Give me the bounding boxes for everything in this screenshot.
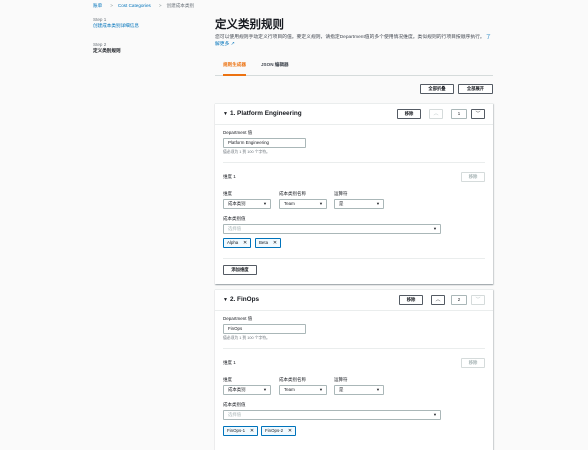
page-description: 您可以使用规则手动定义行项目的值。要定义规则，请指定Department值的多个…: [215, 35, 493, 48]
close-icon[interactable]: ✕: [243, 239, 247, 247]
key-select-value: Team: [284, 201, 295, 206]
nav-step-2[interactable]: Step 2 定义类别规则: [93, 42, 203, 54]
move-up-icon[interactable]: ︿: [431, 295, 445, 305]
department-input[interactable]: Platform Engineering: [223, 138, 306, 148]
value-token: Alpha ✕: [223, 238, 252, 248]
remove-rule-button[interactable]: 移除: [397, 109, 421, 119]
value-token: FinOps-1 ✕: [223, 426, 259, 436]
breadcrumb: 账单 > Cost Categories > 创建成本类别: [93, 3, 197, 9]
values-placeholder: 选择值: [228, 412, 242, 417]
cost-category-name-label: 成本类别名称: [279, 377, 306, 382]
chevron-right-icon: >: [110, 3, 113, 8]
expand-all-button[interactable]: 全部展开: [458, 84, 493, 94]
department-label: Department 值: [223, 130, 253, 135]
caret-down-icon: ▼: [263, 387, 267, 392]
breadcrumb-current: 创建成本类别: [166, 3, 195, 8]
rule-order-field[interactable]: 1: [451, 109, 467, 119]
operator-select-value: 是: [339, 201, 344, 206]
collapse-all-button[interactable]: 全部折叠: [420, 84, 454, 94]
divider: [223, 258, 485, 259]
breadcrumb-billing[interactable]: 账单: [93, 3, 102, 8]
remove-dimension-button[interactable]: 移除: [461, 172, 485, 182]
move-down-icon[interactable]: ﹀: [471, 109, 485, 119]
rule-card-2: ▼ 2. FinOps 移除 ︿ 2 ﹀ Department 值 FinOps …: [215, 289, 493, 450]
caret-down-icon: ▼: [433, 412, 437, 417]
values-select[interactable]: 选择值 ▼: [223, 224, 441, 234]
chevron-right-icon: >: [158, 3, 162, 8]
page-title: 定义类别规则: [215, 19, 284, 31]
token-label: Alpha: [227, 240, 239, 245]
department-input[interactable]: FinOps: [223, 324, 306, 334]
operator-label: 运算符: [334, 377, 348, 382]
rule-card-1: ▼ 1. Platform Engineering 移除 ︿ 1 ﹀ Depart…: [215, 103, 493, 284]
values-label: 成本类别值: [223, 402, 246, 407]
rule-order-field[interactable]: 2: [451, 295, 467, 305]
cost-category-name-select[interactable]: Team ▼: [279, 199, 327, 209]
rule-title-text: 2. FinOps: [229, 296, 260, 303]
rule-title[interactable]: ▼ 2. FinOps: [223, 296, 259, 303]
department-hint: 值必须为 1 到 100 个字符。: [223, 150, 270, 154]
operator-label: 运算符: [334, 191, 348, 196]
operator-select[interactable]: 是 ▼: [334, 385, 384, 395]
operator-select[interactable]: 是 ▼: [334, 199, 384, 209]
dimension-select-value: 成本类别: [228, 387, 246, 392]
dimension-column-label: 维度: [223, 191, 232, 196]
department-hint: 值必须为 1 到 100 个字符。: [223, 336, 270, 340]
tab-json-editor[interactable]: JSON 编辑器: [261, 62, 289, 74]
rule-title-text: 1. Platform Engineering: [229, 110, 302, 117]
dimension-column-label: 维度: [223, 377, 232, 382]
caret-down-icon: ▼: [223, 297, 228, 303]
rule-title[interactable]: ▼ 1. Platform Engineering: [223, 110, 302, 117]
move-up-icon[interactable]: ︿: [429, 109, 443, 119]
nav-step-label[interactable]: 创建成本类别详细信息: [93, 23, 203, 29]
values-select[interactable]: 选择值 ▼: [223, 410, 441, 420]
dimension-label: 维度 1: [223, 174, 236, 179]
remove-rule-button[interactable]: 移除: [399, 295, 423, 305]
close-icon[interactable]: ✕: [273, 239, 277, 247]
caret-down-icon: ▼: [319, 387, 323, 392]
token-label: FinOps-2: [265, 428, 284, 433]
caret-down-icon: ▼: [319, 201, 323, 206]
caret-down-icon: ▼: [223, 111, 228, 117]
department-label: Department 值: [223, 316, 253, 321]
dimension-select[interactable]: 成本类别 ▼: [223, 199, 271, 209]
value-token: FinOps-2 ✕: [261, 426, 297, 436]
remove-dimension-button[interactable]: 移除: [461, 358, 485, 368]
token-label: FinOps-1: [227, 428, 246, 433]
close-icon[interactable]: ✕: [250, 427, 254, 435]
nav-step-label: 定义类别规则: [93, 48, 121, 53]
rule-card-header: ▼ 1. Platform Engineering 移除 ︿ 1 ﹀: [215, 104, 493, 125]
dimension-label: 维度 1: [223, 360, 236, 365]
external-link-icon: ↗: [230, 41, 235, 47]
description-text: 您可以使用规则手动定义行项目的值。要定义规则，请指定Department值的多个…: [215, 35, 485, 40]
values-label: 成本类别值: [223, 216, 246, 221]
caret-down-icon: ▼: [263, 201, 267, 206]
tab-rule-builder[interactable]: 规则生成器: [223, 62, 246, 76]
operator-select-value: 是: [339, 387, 344, 392]
caret-down-icon: ▼: [376, 387, 380, 392]
rule-card-header: ▼ 2. FinOps 移除 ︿ 2 ﹀: [215, 290, 493, 311]
breadcrumb-cost-categories[interactable]: Cost Categories: [118, 3, 151, 8]
cost-category-name-label: 成本类别名称: [279, 191, 306, 196]
dimension-select-value: 成本类别: [228, 201, 246, 206]
token-label: Beta: [259, 240, 269, 245]
add-dimension-button[interactable]: 添加维度: [223, 265, 257, 275]
divider: [223, 348, 485, 349]
editor-tabs: 规则生成器 JSON 编辑器: [215, 58, 493, 76]
cost-category-name-select[interactable]: Team ▼: [279, 385, 327, 395]
values-placeholder: 选择值: [228, 226, 242, 231]
move-down-icon[interactable]: ﹀: [471, 295, 485, 305]
key-select-value: Team: [284, 387, 295, 392]
nav-step-1[interactable]: Step 1 创建成本类别详细信息: [93, 17, 203, 29]
divider: [223, 162, 485, 163]
caret-down-icon: ▼: [433, 226, 437, 231]
close-icon[interactable]: ✕: [288, 427, 292, 435]
dimension-select[interactable]: 成本类别 ▼: [223, 385, 271, 395]
caret-down-icon: ▼: [376, 201, 380, 206]
value-token: Beta ✕: [255, 238, 282, 248]
